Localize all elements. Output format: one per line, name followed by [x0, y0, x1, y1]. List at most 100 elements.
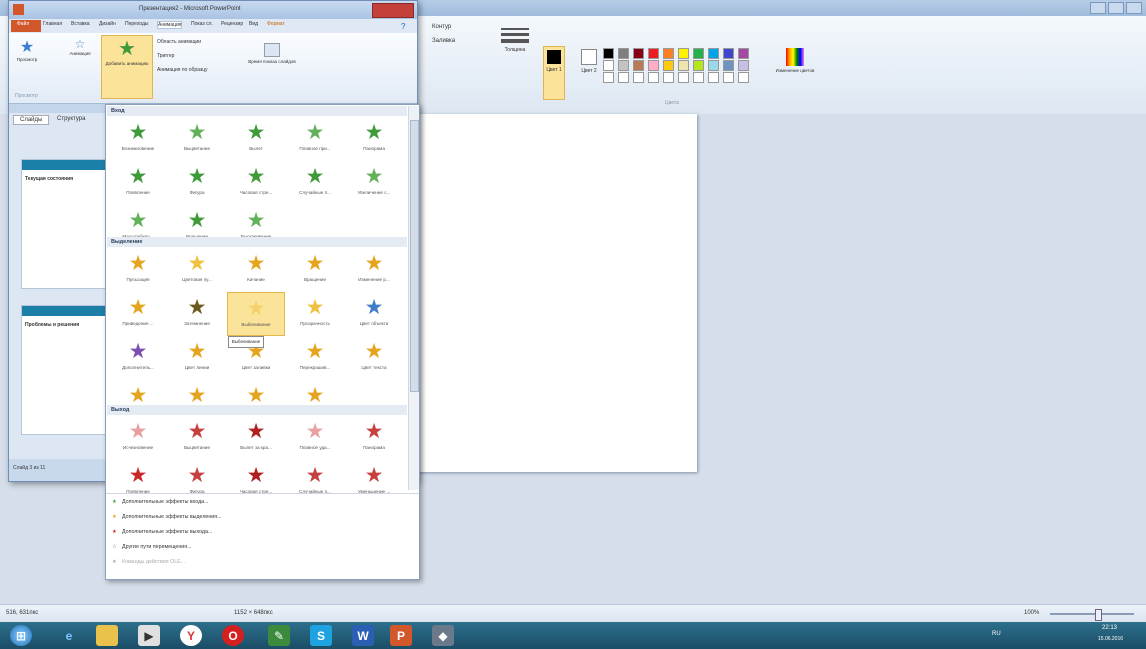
palette-swatch[interactable] [663, 48, 674, 59]
tab-slideshow[interactable]: Показ сл. [191, 21, 213, 27]
effect-exit-item[interactable]: ★ Выцветание [168, 416, 226, 460]
minimize-button[interactable] [1090, 2, 1106, 14]
slide-thumbnail-1[interactable]: Текущая состояния [21, 159, 109, 289]
effect-entrance-item[interactable]: ★ Увеличение с... [345, 161, 403, 205]
tab-review[interactable]: Рецензир [221, 21, 243, 27]
effect-entrance-item[interactable]: ★ Плавное при... [286, 117, 344, 161]
effect-entrance-item[interactable]: ★ Выцветание [168, 117, 226, 161]
size-button[interactable]: Толщина [497, 22, 533, 58]
palette-swatch[interactable] [723, 60, 734, 71]
animation-pane-button[interactable]: Область анимации [157, 39, 201, 45]
word-icon[interactable]: W [352, 625, 374, 646]
effect-exit-item[interactable]: ★ Уменьшение ... [345, 460, 403, 504]
effect-emphasis-item[interactable]: ★ Пульсация [109, 248, 167, 292]
palette-swatch[interactable] [678, 60, 689, 71]
palette-swatch-empty[interactable] [723, 72, 734, 83]
effect-exit-item[interactable]: ★ Фигура [168, 460, 226, 504]
palette-swatch[interactable] [708, 60, 719, 71]
tab-design[interactable]: Дизайн [99, 21, 116, 27]
effect-exit-item[interactable]: ★ Плавное уда... [286, 416, 344, 460]
tab-slides[interactable]: Слайды [13, 115, 50, 125]
contour-dropdown[interactable]: Контур [432, 24, 451, 30]
gallery-scroll-thumb[interactable] [410, 120, 419, 392]
effect-exit-item[interactable]: ★ Исчезновение [109, 416, 167, 460]
effect-entrance-item[interactable]: ★ Фигура [168, 161, 226, 205]
tab-home[interactable]: Главная [43, 21, 62, 27]
preview-button[interactable]: ★ Просмотр [13, 37, 41, 87]
palette-swatch-empty[interactable] [603, 72, 614, 83]
yandex-icon[interactable]: Y [180, 625, 202, 646]
palette-swatch-empty[interactable] [618, 72, 629, 83]
help-icon[interactable]: ? [401, 22, 405, 31]
effect-emphasis-item[interactable]: ★ Качание [227, 248, 285, 292]
paint-icon[interactable]: ✎ [268, 625, 290, 646]
more-effects-item[interactable]: ★ Дополнительные эффекты входа... [112, 499, 209, 505]
palette-swatch[interactable] [618, 60, 629, 71]
effect-exit-item[interactable]: ★ Вылет за кра... [227, 416, 285, 460]
ie-icon[interactable]: e [58, 625, 80, 646]
effect-entrance-item[interactable]: ★ Часовая стре... [227, 161, 285, 205]
effect-entrance-item[interactable]: ★ Возникновение [109, 117, 167, 161]
ppt-close-button[interactable] [372, 3, 414, 18]
palette-swatch-empty[interactable] [738, 72, 749, 83]
effect-entrance-item[interactable]: ★ Вылет [227, 117, 285, 161]
palette-swatch[interactable] [618, 48, 629, 59]
palette-swatch-empty[interactable] [693, 72, 704, 83]
tab-insert[interactable]: Вставка [71, 21, 90, 27]
app-icon[interactable]: ◆ [432, 625, 454, 646]
ppt-app-icon[interactable] [13, 4, 24, 15]
tab-animation[interactable]: Анимация [157, 21, 183, 29]
palette-swatch[interactable] [738, 60, 749, 71]
clock-date[interactable]: 15.06.2016 [1098, 636, 1123, 642]
zoom-slider[interactable] [1050, 609, 1134, 621]
effect-emphasis-item[interactable]: ★ Перекрашив... [286, 336, 344, 380]
effect-exit-item[interactable]: ★ Случайные п... [286, 460, 344, 504]
palette-swatch[interactable] [648, 48, 659, 59]
tab-view[interactable]: Вид [249, 21, 258, 27]
effect-exit-item[interactable]: ★ Панорама [345, 416, 403, 460]
palette-swatch-empty[interactable] [648, 72, 659, 83]
edit-colors-button[interactable]: Изменение цветов [775, 46, 815, 86]
fill-dropdown[interactable]: Заливка [432, 38, 455, 44]
palette-swatch[interactable] [693, 60, 704, 71]
palette-swatch[interactable] [648, 60, 659, 71]
effect-emphasis-item[interactable]: ★ Выбеливание [227, 292, 285, 336]
palette-swatch-empty[interactable] [678, 72, 689, 83]
effect-exit-item[interactable]: ★ Появление [109, 460, 167, 504]
explorer-icon[interactable] [96, 625, 118, 646]
timing-button[interactable]: Время показа слайдов [245, 41, 299, 87]
powerpoint-icon[interactable]: P [390, 625, 412, 646]
tab-format[interactable]: Формат [267, 21, 285, 27]
effect-emphasis-item[interactable]: ★ Дополнитель... [109, 336, 167, 380]
palette-swatch[interactable] [723, 48, 734, 59]
effect-emphasis-item[interactable]: ★ Приведение ... [109, 292, 167, 336]
gallery-scrollbar[interactable] [408, 106, 419, 490]
clock-time[interactable]: 22:13 [1102, 625, 1117, 631]
more-effects-item[interactable]: ★ Дополнительные эффекты выделения... [112, 514, 222, 520]
palette-swatch-empty[interactable] [708, 72, 719, 83]
effect-emphasis-item[interactable]: ★ Затемнение [168, 292, 226, 336]
close-button[interactable] [1126, 2, 1142, 14]
paint-canvas[interactable] [415, 114, 697, 472]
tab-file[interactable]: Файл [17, 21, 29, 27]
palette-swatch[interactable] [603, 48, 614, 59]
animation-painter-button[interactable]: Анимация по образцу [157, 67, 208, 73]
palette-swatch-empty[interactable] [633, 72, 644, 83]
opera-icon[interactable]: O [222, 625, 244, 646]
skype-icon[interactable]: S [310, 625, 332, 646]
palette-swatch[interactable] [708, 48, 719, 59]
trigger-button[interactable]: Триггер [157, 53, 174, 59]
more-effects-item[interactable]: ★ Дополнительные эффекты выхода... [112, 529, 212, 535]
color2-button[interactable]: Цвет 2 [580, 46, 598, 98]
effect-emphasis-item[interactable]: ★ Прозрачность [286, 292, 344, 336]
palette-swatch[interactable] [738, 48, 749, 59]
effect-emphasis-item[interactable]: ★ Цветовая пу... [168, 248, 226, 292]
slide-thumbnail-2[interactable]: Проблемы и решения [21, 305, 109, 435]
effect-emphasis-item[interactable]: ★ Цвет линии [168, 336, 226, 380]
effect-emphasis-item[interactable]: ★ Изменение р... [345, 248, 403, 292]
tab-transitions[interactable]: Переходы [125, 21, 148, 27]
palette-swatch[interactable] [633, 60, 644, 71]
palette-swatch[interactable] [633, 48, 644, 59]
palette-swatch[interactable] [678, 48, 689, 59]
more-effects-item[interactable]: ★ Команды действия OLE... [112, 559, 185, 565]
